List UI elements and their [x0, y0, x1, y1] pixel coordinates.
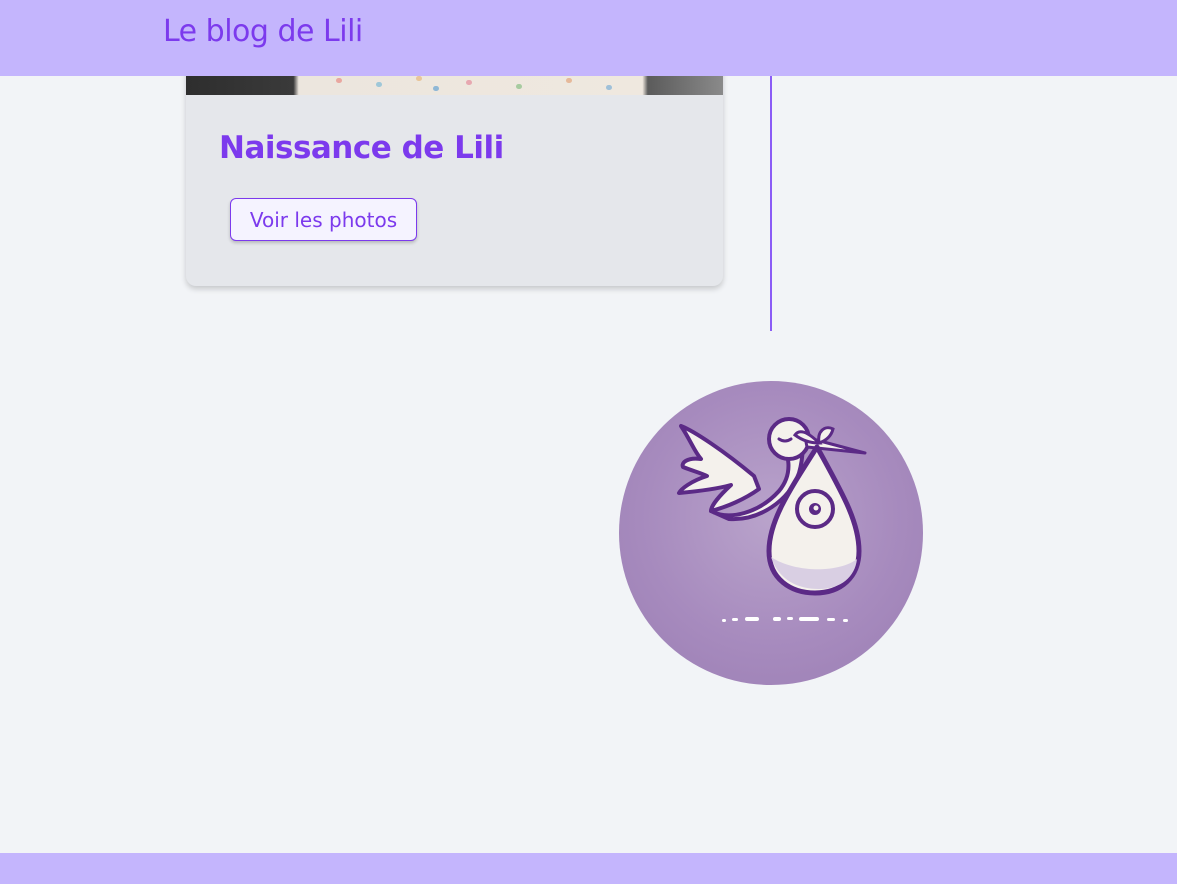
stork-illustration — [677, 417, 867, 622]
post-title: Naissance de Lili — [219, 130, 504, 166]
site-title-link[interactable]: Le blog de Lili — [163, 14, 363, 49]
timeline-line — [770, 76, 772, 331]
site-footer — [0, 853, 1177, 884]
site-header: Le blog de Lili — [0, 0, 1177, 76]
stork-baby-icon — [619, 381, 923, 685]
view-photos-button[interactable]: Voir les photos — [230, 198, 417, 241]
page: Le blog de Lili Naissance de Lili Voir l… — [0, 0, 1177, 884]
